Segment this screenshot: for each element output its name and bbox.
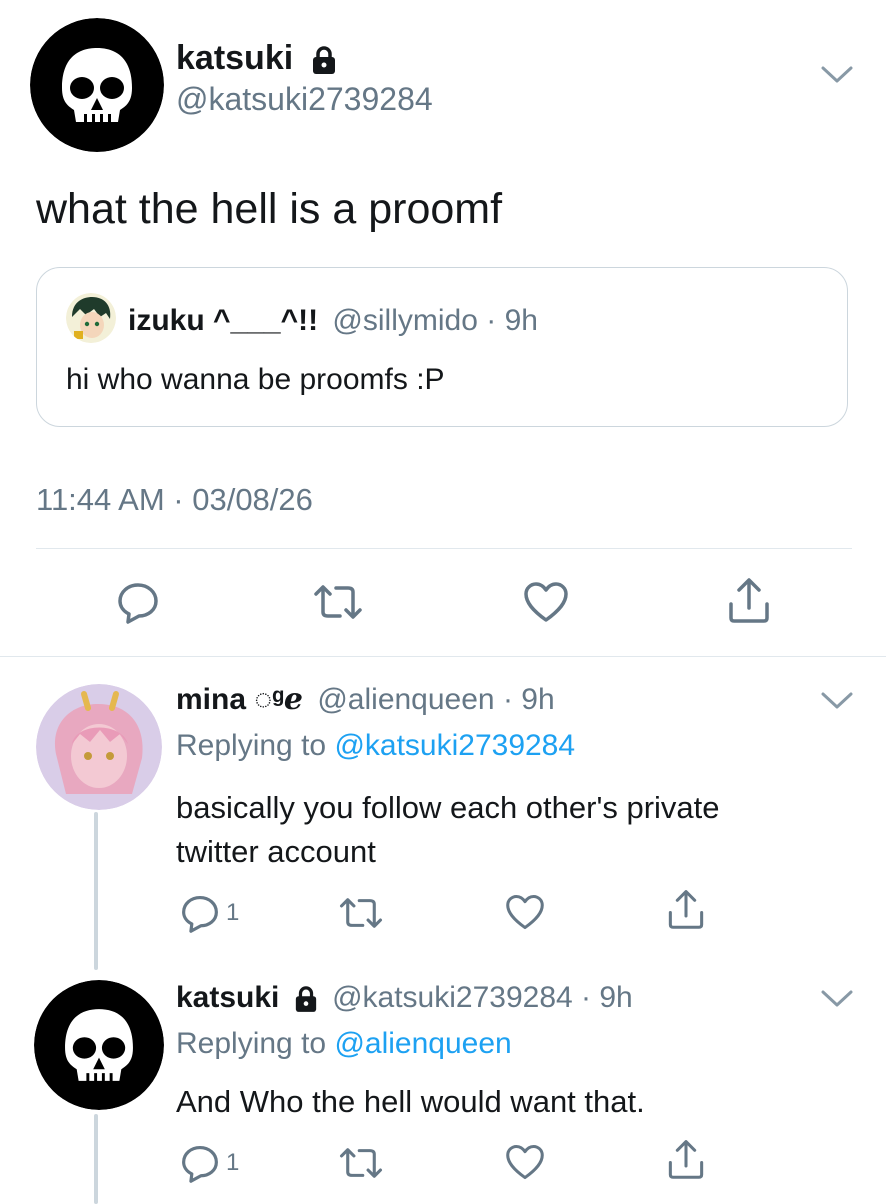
lock-icon <box>312 46 335 75</box>
chevron-down-icon[interactable] <box>820 64 854 86</box>
reply-time: · 9h <box>581 981 633 1014</box>
reply-header: katsuki @katsuki2739284 · 9h <box>176 980 633 1016</box>
reply-text: And Who the hell would want that. <box>176 1084 645 1119</box>
reply-icon <box>182 1145 218 1183</box>
share-icon[interactable] <box>666 1138 706 1180</box>
quoted-time: · 9h <box>486 304 538 337</box>
tweet-timestamp[interactable]: 11:44 AM · 03/08/26 <box>36 481 313 519</box>
author-avatar[interactable] <box>30 18 164 152</box>
quoted-text: hi who wanna be proomfs :P <box>66 363 445 396</box>
chevron-down-icon[interactable] <box>820 988 854 1010</box>
reply-handle[interactable]: @katsuki2739284 <box>332 981 573 1014</box>
share-icon[interactable] <box>726 576 772 624</box>
replying-to-link[interactable]: @katsuki2739284 <box>334 729 575 762</box>
like-icon[interactable] <box>504 1143 546 1181</box>
author-display-name[interactable]: katsuki <box>176 39 293 77</box>
author-name-row: katsuki <box>176 38 337 78</box>
quoted-handle[interactable]: @sillymido <box>332 304 477 337</box>
share-icon[interactable] <box>666 888 706 930</box>
lock-icon <box>295 986 316 1013</box>
quoted-tweet[interactable] <box>36 267 848 427</box>
retweet-icon[interactable] <box>312 582 364 622</box>
reply-icon <box>182 895 218 933</box>
divider <box>0 656 886 657</box>
reply-text: basically you follow each other's privat… <box>176 786 720 874</box>
reply-button[interactable]: 1 <box>180 893 239 933</box>
reply-handle[interactable]: @alienqueen <box>317 683 494 716</box>
replying-label: Replying to <box>176 1027 327 1060</box>
reply-text-line: basically you follow each other's privat… <box>176 790 720 825</box>
reply-display-name[interactable]: mina ◌ᵍℯ <box>176 683 303 716</box>
reply-count: 1 <box>226 1149 240 1176</box>
skull-icon <box>30 18 164 152</box>
like-icon[interactable] <box>522 580 570 624</box>
divider <box>36 548 852 549</box>
chevron-down-icon[interactable] <box>820 690 854 712</box>
reply-display-name[interactable]: katsuki <box>176 981 279 1014</box>
thread-line <box>94 812 98 970</box>
like-icon[interactable] <box>504 893 546 931</box>
skull-icon <box>34 980 164 1110</box>
retweet-icon[interactable] <box>338 1145 384 1181</box>
reply-icon[interactable] <box>116 580 160 624</box>
reply-avatar[interactable] <box>34 980 164 1110</box>
tweet-text: what the hell is a proomf <box>36 185 503 233</box>
replying-label: Replying to <box>176 729 327 762</box>
author-handle[interactable]: @katsuki2739284 <box>176 80 433 118</box>
quoted-avatar <box>66 293 116 343</box>
reply-text-line: twitter account <box>176 834 376 869</box>
reply-count: 1 <box>226 899 240 926</box>
reply-avatar[interactable] <box>36 684 162 810</box>
reply-button[interactable]: 1 <box>180 1143 239 1183</box>
replying-to: Replying to @katsuki2739284 <box>176 728 575 764</box>
thread-line <box>94 1114 98 1204</box>
retweet-icon[interactable] <box>338 895 384 931</box>
replying-to-link[interactable]: @alienqueen <box>334 1027 511 1060</box>
reply-header: mina ◌ᵍℯ @alienqueen · 9h <box>176 682 555 718</box>
quoted-header: izuku ^___^!! @sillymido · 9h <box>128 303 538 339</box>
reply-time: · 9h <box>502 683 555 716</box>
quoted-display-name[interactable]: izuku ^___^!! <box>128 304 318 337</box>
replying-to: Replying to @alienqueen <box>176 1026 512 1062</box>
